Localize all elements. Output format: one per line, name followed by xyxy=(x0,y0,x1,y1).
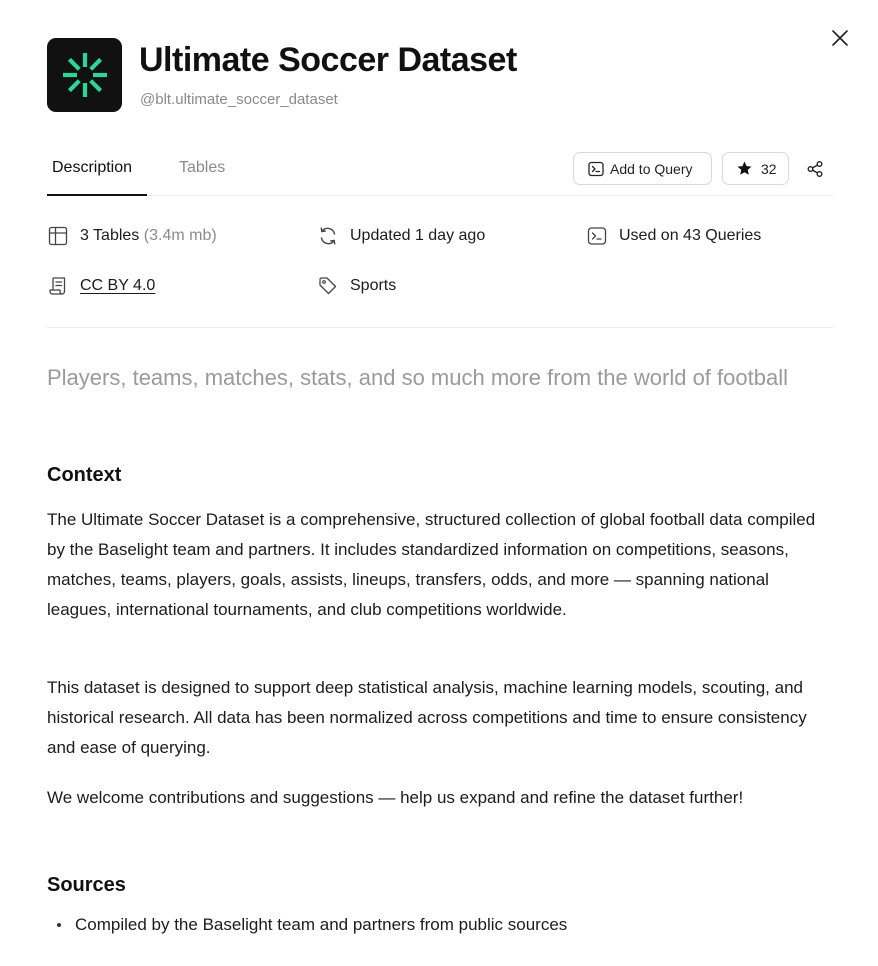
star-count: 32 xyxy=(761,160,777,177)
source-text: Compiled by the Baselight team and partn… xyxy=(75,915,568,934)
context-paragraph: The Ultimate Soccer Dataset is a compreh… xyxy=(47,510,816,619)
tab-tables[interactable]: Tables xyxy=(179,159,225,177)
meta-license: CC BY 4.0 xyxy=(48,276,155,296)
tab-description[interactable]: Description xyxy=(52,159,132,177)
meta-tables: 3 Tables (3.4m mb) xyxy=(48,226,217,246)
refresh-icon xyxy=(320,227,336,245)
context-heading: Context xyxy=(47,464,122,486)
close-button[interactable] xyxy=(827,25,853,51)
license-scroll-icon xyxy=(49,277,66,295)
category-text: Sports xyxy=(350,277,397,294)
share-button[interactable] xyxy=(804,158,826,180)
table-icon xyxy=(48,226,68,246)
tables-size: (3.4m mb) xyxy=(143,227,217,244)
meta-queries: Used on 43 Queries xyxy=(587,226,761,246)
add-to-query-label: Add to Query xyxy=(610,160,693,177)
license-link[interactable]: CC BY 4.0 xyxy=(80,277,155,295)
active-tab-indicator xyxy=(47,194,147,196)
source-list-item: Compiled by the Baselight team and partn… xyxy=(57,915,567,935)
dataset-logo xyxy=(47,38,122,112)
tables-count: 3 Tables xyxy=(80,227,140,244)
sources-heading: Sources xyxy=(47,874,126,896)
star-button[interactable]: 32 xyxy=(722,152,789,185)
meta-updated: Updated 1 day ago xyxy=(318,226,485,246)
star-icon xyxy=(737,161,752,175)
tag-icon xyxy=(319,277,337,295)
dataset-title: Ultimate Soccer Dataset xyxy=(139,41,517,79)
context-paragraph: This dataset is designed to support deep… xyxy=(47,678,807,757)
add-to-query-button[interactable]: Add to Query xyxy=(573,152,712,185)
dataset-handle: @blt.ultimate_soccer_dataset xyxy=(140,91,338,108)
terminal-icon xyxy=(587,227,607,245)
section-divider xyxy=(47,327,833,328)
tabs-divider xyxy=(47,195,833,196)
meta-category: Sports xyxy=(318,276,396,296)
updated-text: Updated 1 day ago xyxy=(350,227,486,244)
terminal-icon xyxy=(588,161,604,176)
dataset-tagline: Players, teams, matches, stats, and so m… xyxy=(47,365,788,390)
context-paragraph: We welcome contributions and suggestions… xyxy=(47,788,744,807)
burst-logo-icon xyxy=(62,53,107,97)
close-icon xyxy=(832,30,848,46)
queries-text: Used on 43 Queries xyxy=(619,227,762,244)
share-icon xyxy=(807,161,823,177)
bullet-dot xyxy=(57,923,61,927)
